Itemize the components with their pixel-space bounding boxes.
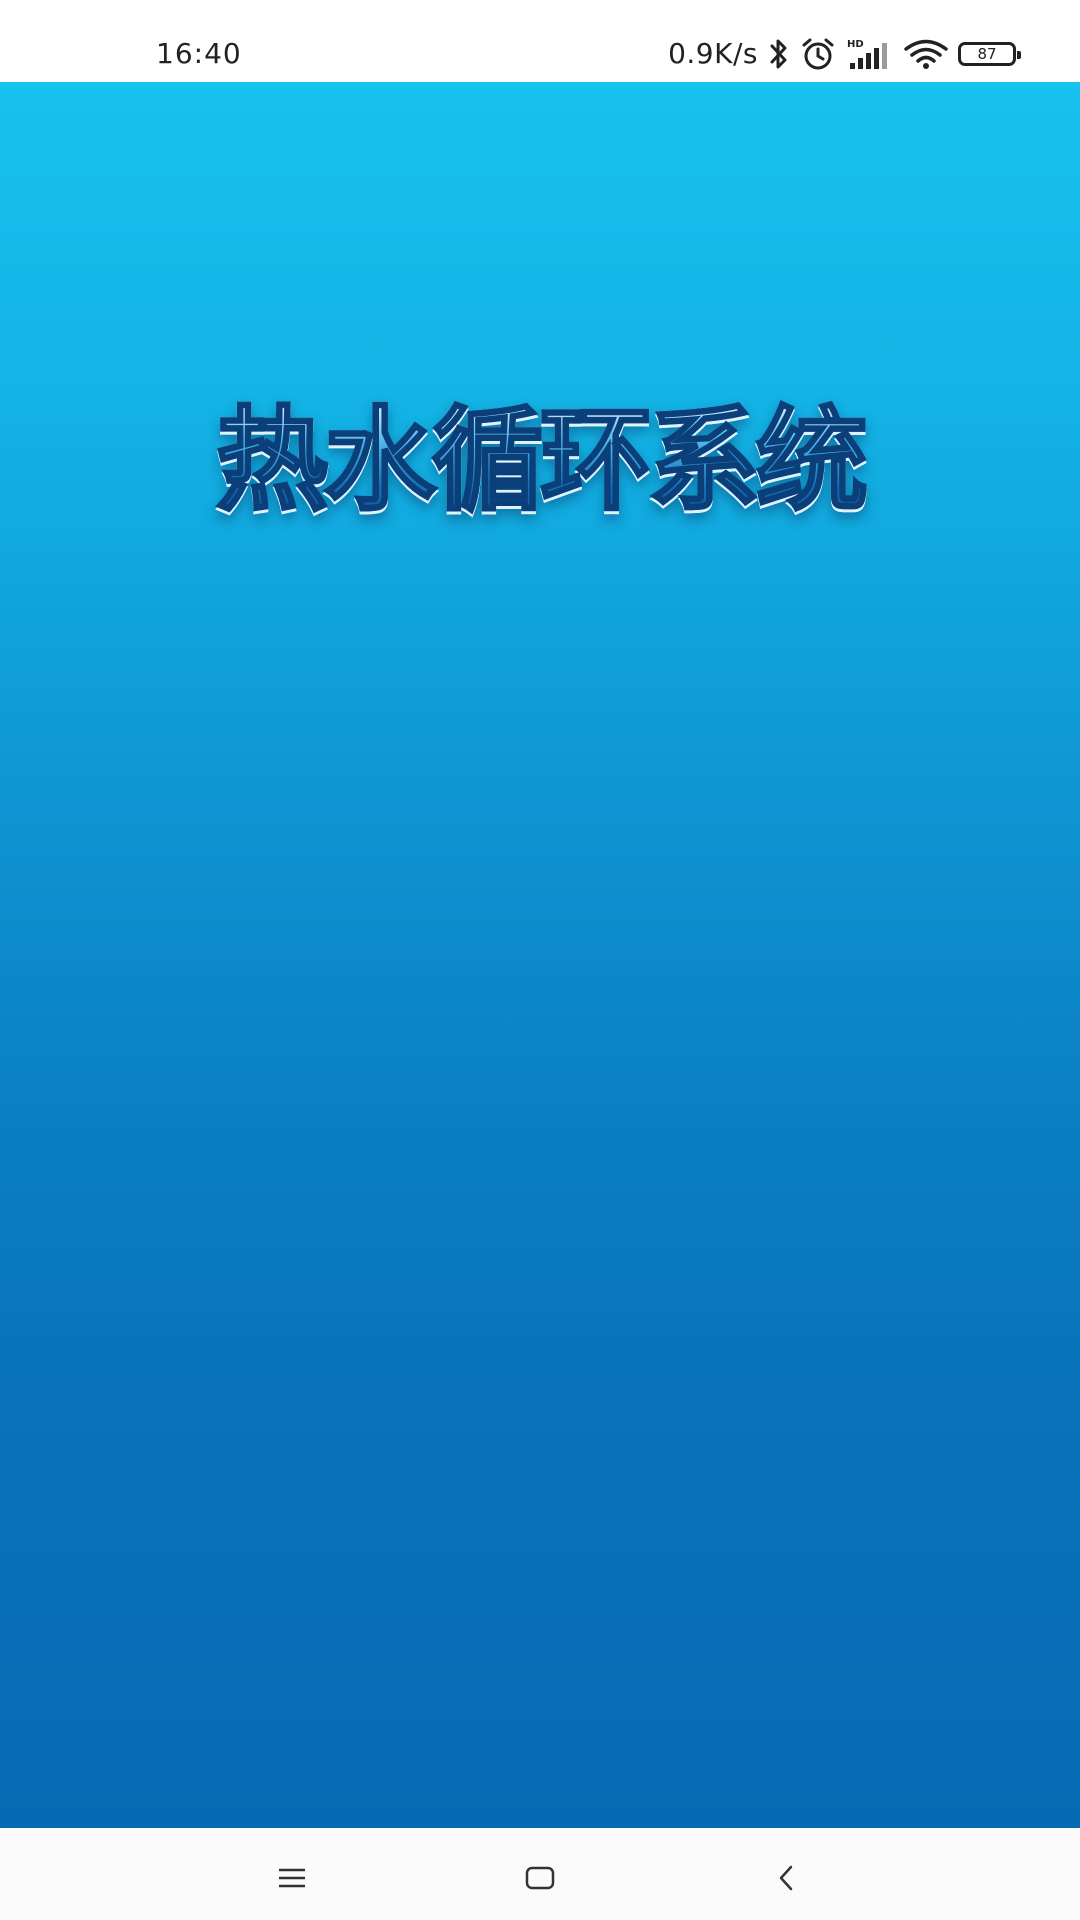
alarm-icon xyxy=(800,34,836,74)
svg-text:HD: HD xyxy=(847,39,864,50)
splash-background: 热水循环系统 xyxy=(0,82,1080,1828)
wifi-icon xyxy=(904,34,948,74)
battery-icon: 87 xyxy=(958,34,1021,74)
back-button[interactable] xyxy=(756,1848,816,1908)
app-screen: 16:40 0.9K/s HD 87 热水循环系统 xyxy=(0,0,1080,1920)
menu-button[interactable] xyxy=(262,1848,322,1908)
network-speed: 0.9K/s xyxy=(668,37,758,70)
status-icons: 0.9K/s HD 87 xyxy=(668,34,1021,74)
status-bar: 16:40 0.9K/s HD 87 xyxy=(0,0,1080,82)
bluetooth-icon xyxy=(768,34,790,74)
home-icon xyxy=(525,1866,555,1890)
status-time: 16:40 xyxy=(156,37,242,70)
navigation-bar xyxy=(0,1828,1080,1920)
home-button[interactable] xyxy=(510,1848,570,1908)
splash-title: 热水循环系统 xyxy=(0,398,1080,524)
back-icon xyxy=(779,1865,793,1891)
battery-level: 87 xyxy=(958,42,1021,66)
hd-signal-icon: HD xyxy=(846,34,894,74)
menu-icon xyxy=(279,1868,305,1888)
